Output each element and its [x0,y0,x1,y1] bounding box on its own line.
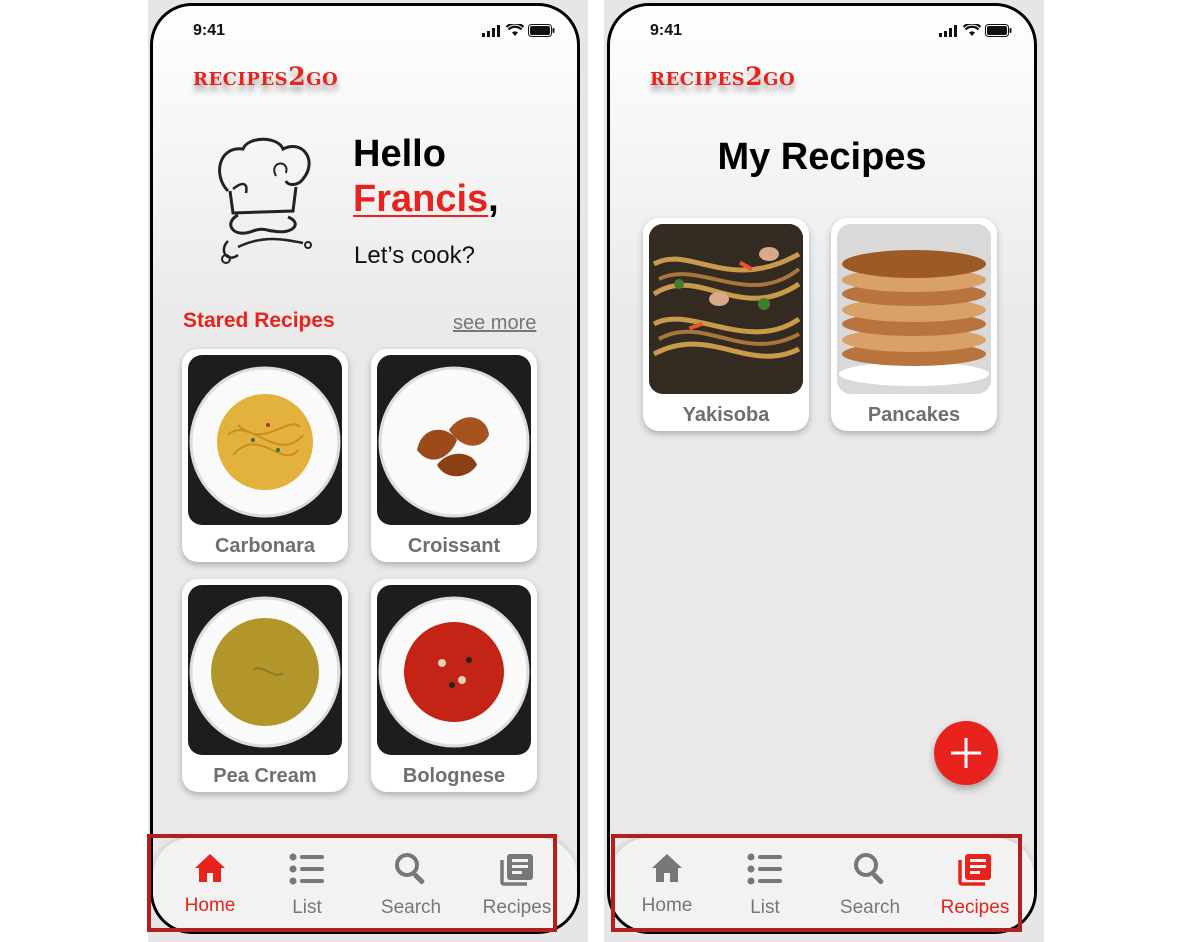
recipe-card-label: Croissant [407,535,501,557]
greeting-name-line: Francis, [353,176,499,222]
logo-text-2: 2 [745,62,764,91]
status-icons [939,24,1012,37]
recipe-card-label: Yakisoba [682,404,770,426]
add-recipe-button[interactable] [934,721,998,785]
recipe-card-pancakes[interactable]: Pancakes [831,218,997,431]
logo-text-2: 2 [288,62,307,91]
logo-text-recipes: RECIPES [193,69,289,90]
pancakes-image-art [837,224,991,394]
status-icons [482,24,555,37]
app-logo: RECIPES2GO [650,62,795,91]
recipe-card-carbonara[interactable]: Carbonara [182,349,348,562]
logo-text-go: GO [306,69,339,90]
croissant-image [377,355,531,525]
page-title: My Recipes [717,136,927,178]
recipe-card-bolognese[interactable]: Bolognese [371,579,537,792]
user-name: Francis [353,178,489,220]
chef-hat-illustration [218,137,312,264]
greeting-subtitle: Let’s cook? [354,242,475,269]
pancakes-image [837,224,991,394]
recipes-screen-phone: 9:41 RECIPES2GO My Recipes Yakisoba Panc… [607,3,1037,934]
battery-icon [985,24,1012,37]
yakisoba-image-art [649,224,803,394]
status-time: 9:41 [193,22,226,39]
wifi-icon [506,24,524,36]
pea-cream-image [188,585,342,755]
recipe-card-label: Pancakes [867,404,961,426]
recipe-card-label: Bolognese [402,765,506,787]
logo-text-go: GO [763,69,796,90]
plus-icon [951,738,981,768]
recipe-card-yakisoba[interactable]: Yakisoba [643,218,809,431]
recipe-card-label: Carbonara [214,535,316,557]
recipe-card-pea-cream[interactable]: Pea Cream [182,579,348,792]
bolognese-image [377,585,531,755]
greeting-hello: Hello [353,133,446,175]
spaghetti-plate-image [189,366,341,518]
signal-icon [482,24,500,37]
bolognese-soup-image [378,596,530,748]
section-title-stared-recipes: Stared Recipes [183,309,335,332]
recipe-card-label: Pea Cream [213,765,317,787]
battery-icon [528,24,555,37]
greeting-comma: , [488,178,499,220]
logo-text-recipes: RECIPES [650,69,746,90]
pea-soup-image [189,596,341,748]
croissant-plate-image [378,366,530,518]
see-more-link[interactable]: see more [453,312,536,335]
signal-icon [939,24,957,37]
carbonara-image [188,355,342,525]
yakisoba-image [649,224,803,394]
recipe-card-croissant[interactable]: Croissant [371,349,537,562]
app-logo: RECIPES2GO [193,62,338,91]
home-screen-phone: 9:41 RECIPES2GO Hello Francis, Let’s coo… [150,3,580,934]
wifi-icon [963,24,981,36]
tab-bar-highlight-left [147,834,557,932]
tab-bar-highlight-right [611,834,1022,932]
status-time: 9:41 [650,22,683,39]
